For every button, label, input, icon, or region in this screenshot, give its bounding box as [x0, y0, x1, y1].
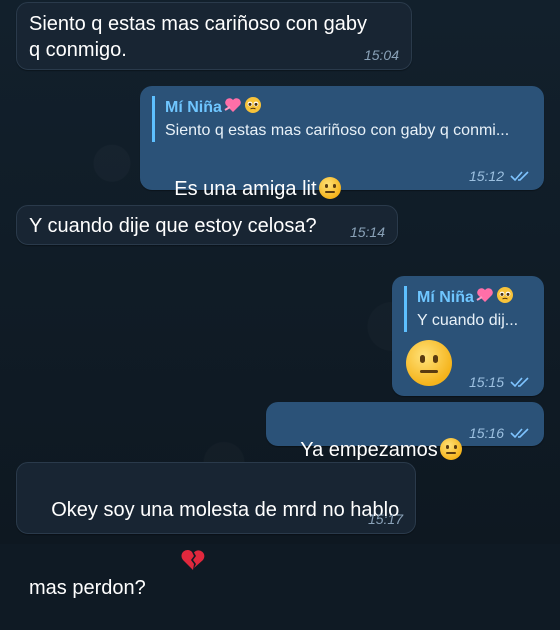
message-content: Okey soy una molesta de mrd no hablo mas…: [29, 471, 403, 630]
message-text: Siento q estas mas cariñoso con gaby q c…: [29, 13, 367, 61]
reply-text: Siento q estas mas cariñoso con gaby q c…: [165, 122, 510, 139]
message-bubble-incoming[interactable]: Siento q estas mas cariñoso con gaby q c…: [16, 2, 412, 70]
pleading-face-icon: [496, 286, 514, 310]
double-check-icon: [510, 171, 529, 182]
reply-author-name: Mí Niña: [165, 99, 222, 116]
message-text: Okey soy una molesta de mrd no hablo mas…: [29, 499, 400, 599]
neutral-face-icon: [439, 438, 462, 460]
message-bubble-incoming[interactable]: Okey soy una molesta de mrd no hablo mas…: [16, 462, 416, 599]
message-text: Es una amiga lit: [174, 178, 317, 200]
reply-author: Mí Niña: [165, 96, 532, 120]
message-meta: 15:17: [368, 511, 403, 527]
message-time: 15:15: [468, 374, 504, 390]
message-bubble-incoming[interactable]: Y cuando dije que estoy celosa? 15:14: [16, 205, 398, 245]
double-check-icon: [510, 377, 529, 388]
broken-heart-icon: [148, 523, 205, 604]
heart-ribbon-icon: [224, 97, 242, 119]
pleading-face-icon: [244, 96, 262, 120]
neutral-face-icon: [406, 340, 452, 386]
message-meta: 15:12: [469, 168, 532, 184]
reply-author: Mí Niña: [417, 286, 532, 310]
message-text: Ya empezamos: [300, 439, 438, 461]
message-meta: 15:16: [469, 425, 532, 441]
neutral-face-icon: [318, 177, 341, 199]
message-time: 15:12: [468, 168, 504, 184]
message-text: Y cuando dije que estoy celosa?: [29, 215, 317, 237]
message-meta: 15:04: [364, 47, 399, 63]
message-time: 15:17: [367, 511, 403, 527]
reply-author-name: Mí Niña: [417, 289, 474, 306]
message-time: 15:04: [363, 47, 399, 63]
message-bubble-outgoing[interactable]: Ya empezamos 15:16: [266, 402, 544, 461]
reply-quote[interactable]: Mí Niña Y cuando dij...: [404, 286, 532, 332]
double-check-icon: [510, 428, 529, 439]
message-time: 15:16: [468, 425, 504, 441]
heart-ribbon-icon: [476, 287, 494, 309]
message-bubble-outgoing[interactable]: Mí Niña Siento q estas mas cariñoso con …: [140, 86, 544, 200]
message-time: 15:14: [349, 224, 385, 240]
message-meta: 15:14: [350, 224, 385, 240]
reply-quote[interactable]: Mí Niña Siento q estas mas cariñoso con …: [152, 96, 532, 142]
message-bubble-outgoing[interactable]: Mí Niña Y cuando dij... 15:15: [392, 276, 544, 396]
reply-text: Y cuando dij...: [417, 312, 519, 329]
message-meta: 15:15: [469, 374, 532, 390]
